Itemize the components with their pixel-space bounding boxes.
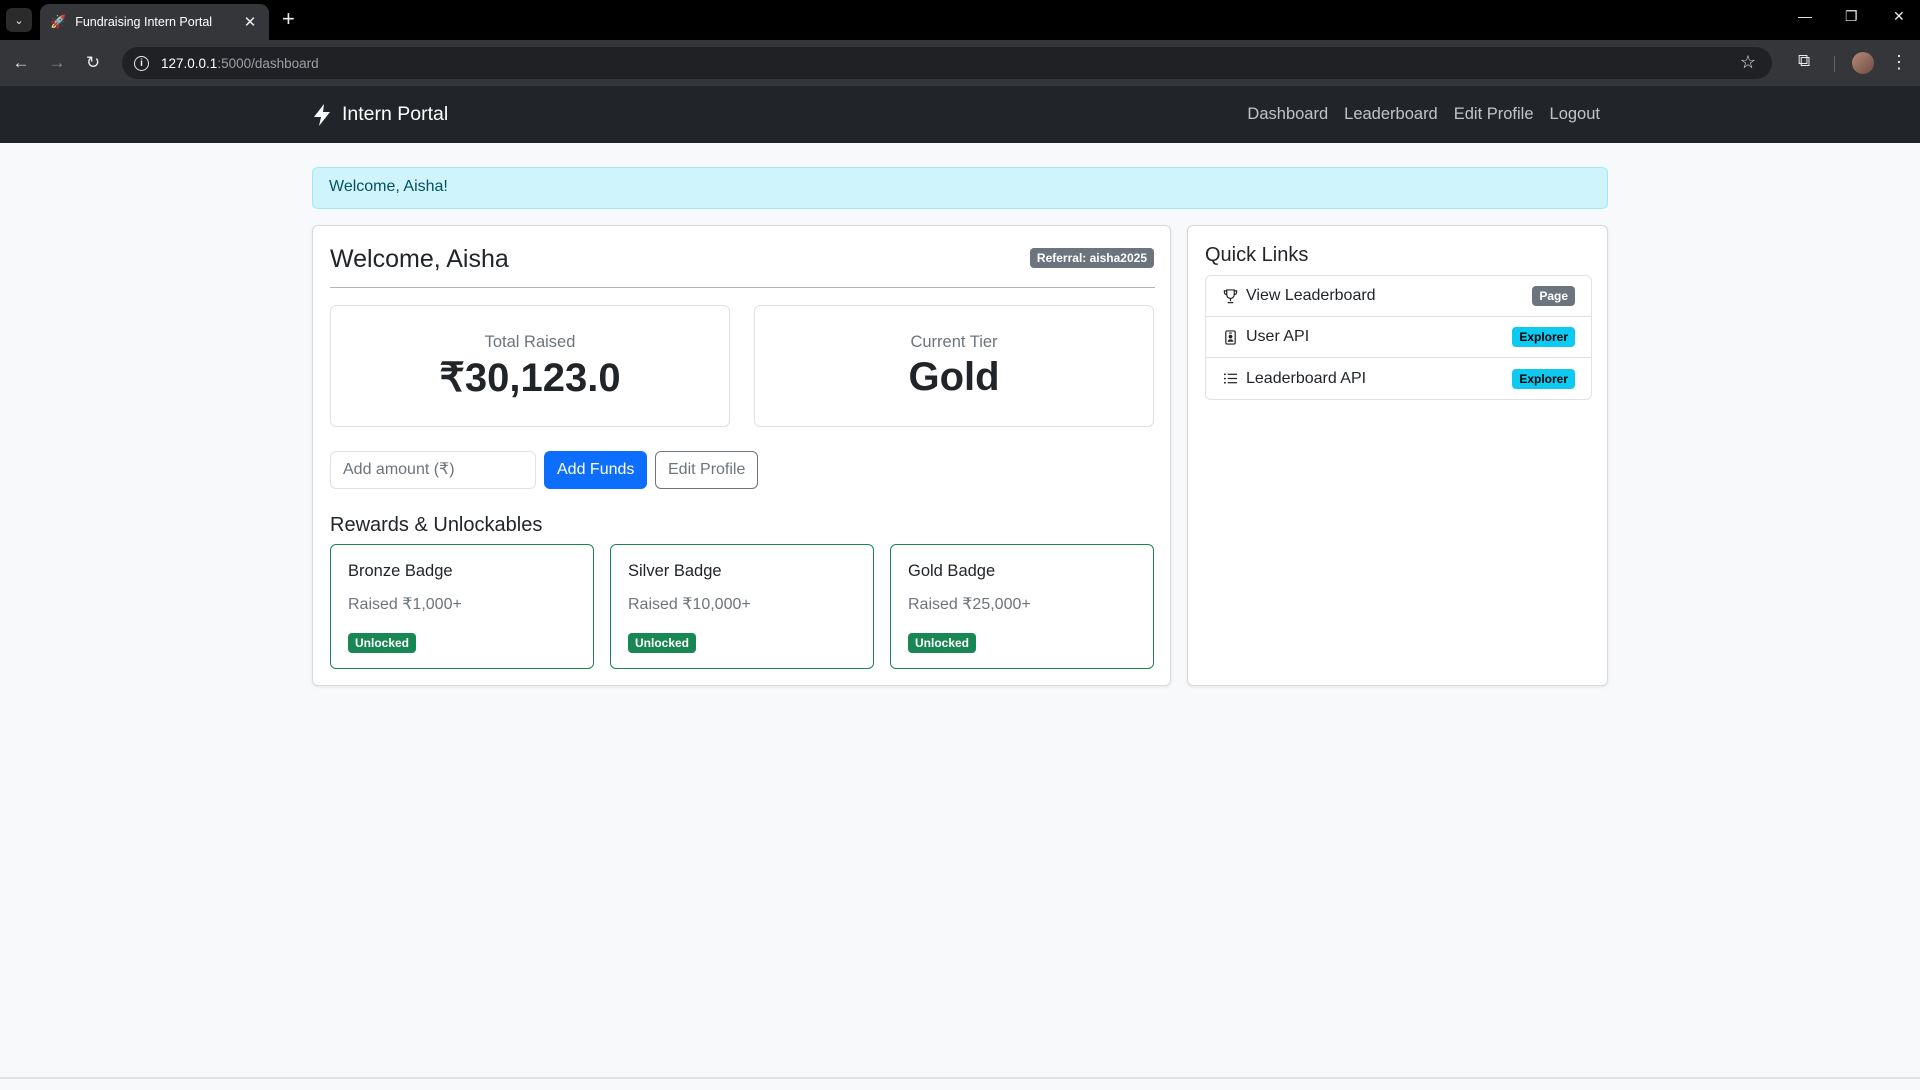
reward-name: Gold Badge <box>908 562 996 580</box>
page-bottom-border <box>0 1077 1920 1079</box>
reward-card-bronze: Bronze Badge Raised ₹1,000+ Unlocked <box>330 544 594 669</box>
reward-card-silver: Silver Badge Raised ₹10,000+ Unlocked <box>610 544 874 669</box>
toolbar-divider <box>1834 56 1835 72</box>
quick-link-label: Leaderboard API <box>1246 369 1367 387</box>
close-icon[interactable]: ✕ <box>241 13 259 31</box>
minimize-icon[interactable]: — <box>1798 8 1812 24</box>
page-title: Welcome, Aisha <box>330 245 509 273</box>
stat-value: ₹30,123.0 <box>439 356 621 400</box>
quick-link-leaderboard-api[interactable]: Leaderboard API Explorer <box>1206 358 1591 399</box>
divider <box>330 287 1155 288</box>
bookmark-star-icon[interactable]: ☆ <box>1740 52 1756 73</box>
edit-profile-button[interactable]: Edit Profile <box>655 451 759 489</box>
new-tab-button[interactable]: + <box>282 7 295 31</box>
quick-link-label: View Leaderboard <box>1246 287 1376 304</box>
person-badge-icon <box>1222 329 1238 345</box>
menu-dots-icon[interactable]: ⋮ <box>1890 50 1908 74</box>
reward-card-gold: Gold Badge Raised ₹25,000+ Unlocked <box>890 544 1154 669</box>
explorer-badge: Explorer <box>1512 368 1575 389</box>
forward-icon[interactable]: → <box>43 50 71 76</box>
browser-tab[interactable]: 🚀 Fundraising Intern Portal ✕ <box>40 4 269 40</box>
brand[interactable]: Intern Portal <box>312 103 448 126</box>
quick-link-label: User API <box>1246 328 1310 345</box>
quick-links-card: Quick Links View Leaderboard Page User A… <box>1187 225 1608 686</box>
explorer-badge: Explorer <box>1512 327 1575 347</box>
restore-icon[interactable]: ❐ <box>1845 8 1858 25</box>
reward-name: Silver Badge <box>628 562 722 580</box>
tab-search-button[interactable]: ⌄ <box>6 8 32 32</box>
quick-link-view-leaderboard[interactable]: View Leaderboard Page <box>1206 276 1591 317</box>
profile-avatar[interactable] <box>1852 52 1874 74</box>
rocket-icon: 🚀 <box>50 14 67 29</box>
amount-input[interactable] <box>330 451 536 489</box>
add-funds-button[interactable]: Add Funds <box>544 451 648 489</box>
nav-links: Dashboard Leaderboard Edit Profile Logou… <box>1247 105 1600 124</box>
status-badge: Unlocked <box>908 633 977 653</box>
reward-name: Bronze Badge <box>348 562 453 580</box>
quick-links-heading: Quick Links <box>1205 244 1309 266</box>
extensions-icon[interactable]: ⧉ <box>1798 51 1810 71</box>
referral-badge: Referral: aisha2025 <box>1029 248 1154 268</box>
page-badge: Page <box>1532 286 1575 306</box>
url-path: :5000/dashboard <box>217 55 319 71</box>
nav-link-leaderboard[interactable]: Leaderboard <box>1344 105 1438 124</box>
dashboard-card: Welcome, Aisha Referral: aisha2025 Total… <box>312 225 1171 686</box>
url-host: 127.0.0.1 <box>161 55 218 71</box>
status-badge: Unlocked <box>628 633 697 653</box>
status-badge: Unlocked <box>348 633 417 653</box>
reload-icon[interactable]: ↻ <box>79 50 107 76</box>
nav-link-logout[interactable]: Logout <box>1550 105 1600 124</box>
reward-desc: Raised ₹1,000+ <box>348 596 462 613</box>
quick-link-user-api[interactable]: User API Explorer <box>1206 317 1591 358</box>
stat-value: Gold <box>908 355 1000 399</box>
current-tier-box: Current Tier Gold <box>754 305 1154 427</box>
nav-link-edit-profile[interactable]: Edit Profile <box>1454 105 1534 124</box>
trophy-icon <box>1222 288 1238 304</box>
rewards-heading: Rewards & Unlockables <box>330 514 543 536</box>
stat-label: Current Tier <box>910 333 998 351</box>
tab-title: Fundraising Intern Portal <box>75 15 213 29</box>
reward-desc: Raised ₹25,000+ <box>908 596 1031 613</box>
window-close-icon[interactable]: ✕ <box>1893 8 1905 25</box>
total-raised-box: Total Raised ₹30,123.0 <box>330 305 730 427</box>
quick-links-list: View Leaderboard Page User API Explorer … <box>1205 275 1592 400</box>
stat-label: Total Raised <box>484 333 576 351</box>
back-icon[interactable]: ← <box>7 50 35 76</box>
site-info-icon[interactable]: i <box>134 55 149 71</box>
browser-tab-strip: ⌄ 🚀 Fundraising Intern Portal ✕ + — ❐ ✕ <box>0 0 1920 40</box>
lightning-icon <box>314 103 330 126</box>
reward-desc: Raised ₹10,000+ <box>628 596 751 613</box>
app-navbar: Intern Portal Dashboard Leaderboard Edit… <box>0 86 1920 143</box>
list-icon <box>1222 371 1238 387</box>
brand-label: Intern Portal <box>342 103 449 125</box>
nav-link-dashboard[interactable]: Dashboard <box>1247 105 1328 124</box>
welcome-alert: Welcome, Aisha! <box>312 167 1608 209</box>
browser-toolbar: ← → ↻ i 127.0.0.1:5000/dashboard ☆ ⧉ ⋮ <box>0 40 1920 86</box>
address-bar[interactable]: i 127.0.0.1:5000/dashboard ☆ <box>122 47 1772 79</box>
